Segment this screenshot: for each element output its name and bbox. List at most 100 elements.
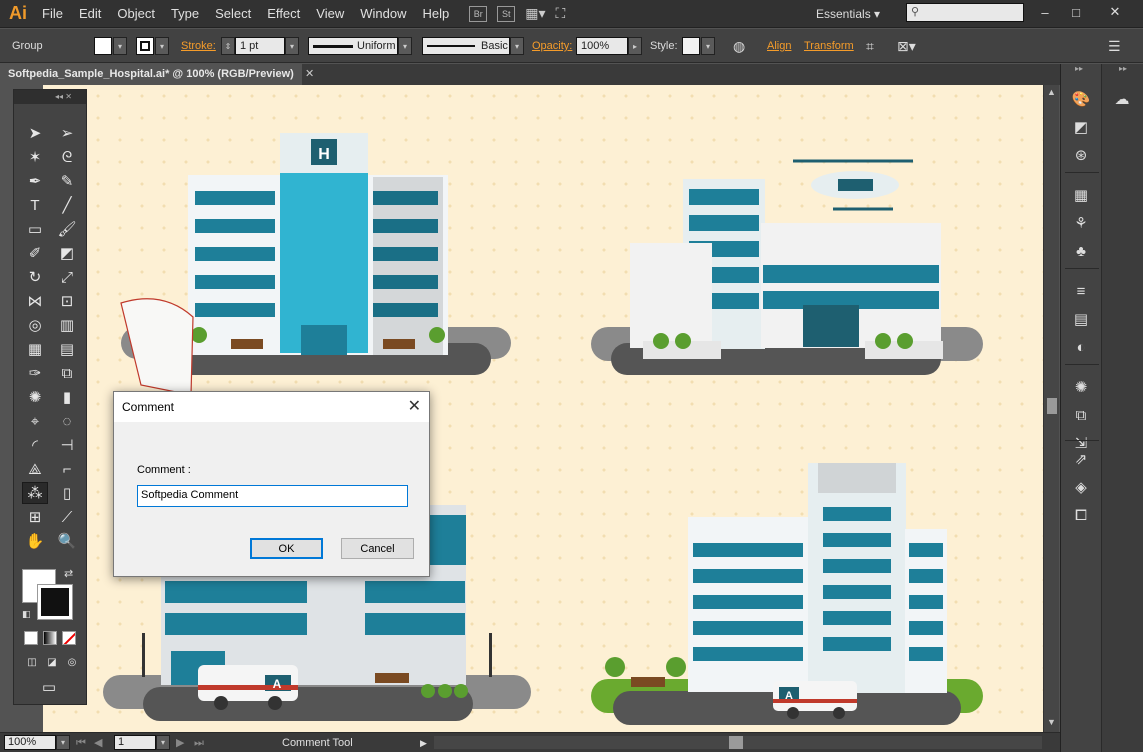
symbols-icon[interactable]: ♣ [1070,240,1092,262]
horizontal-scrollbar[interactable] [434,736,1042,749]
scroll-up-arrow[interactable]: ▲ [1047,87,1056,97]
menu-effect[interactable]: Effect [259,0,308,28]
stroke-panel-icon[interactable]: ≡ [1070,280,1092,302]
selection-tool-icon[interactable]: ➤ [22,122,48,144]
rotate-tool-icon[interactable]: ↻ [22,266,48,288]
draw-behind-icon[interactable]: ◪ [44,655,60,669]
free-transform-tool-icon[interactable]: ⊡ [54,290,80,312]
artboard-tool-icon[interactable]: ⌖ [22,410,48,432]
shaper-tool-icon[interactable]: ✐ [22,242,48,264]
page-tool-icon[interactable]: ▯ [54,482,80,504]
mesh-tool-icon[interactable]: ▦ [22,338,48,360]
stroke-weight-dropdown[interactable]: ▾ [285,37,299,55]
layers-icon[interactable]: ◈ [1070,476,1092,498]
ok-button[interactable]: OK [250,538,323,559]
scroll-down-arrow[interactable]: ▼ [1047,717,1056,727]
color-palette-icon[interactable]: 🎨 [1070,88,1092,110]
shape-builder-tool-icon[interactable]: ◎ [22,314,48,336]
color-guide-icon[interactable]: ◩ [1070,116,1092,138]
transparency-icon[interactable]: ◐ [1070,336,1092,358]
menu-type[interactable]: Type [163,0,207,28]
help-search-input[interactable]: ⚲ [906,3,1024,22]
variable-width-profile[interactable]: Uniform [308,37,398,55]
next-artboard-icon[interactable]: ▶ [176,733,184,752]
stroke-dropdown-arrow[interactable]: ▾ [155,37,169,55]
horizontal-scroll-thumb[interactable] [729,736,743,749]
blend-tool-icon[interactable]: ⧉ [54,362,80,384]
menu-window[interactable]: Window [352,0,414,28]
stroke-weight-field[interactable]: 1 pt [235,37,285,55]
transform-panel-link[interactable]: Transform [804,37,854,55]
eraser-tool-icon[interactable]: ◩ [54,242,80,264]
last-artboard-icon[interactable]: ⏭ [194,733,204,752]
profile-dropdown-arrow[interactable]: ▾ [398,37,412,55]
draw-inside-icon[interactable]: ◎ [64,655,80,669]
minimize-button[interactable]: – [1030,0,1060,24]
workspace-switcher[interactable]: Essentials ▾ [808,4,888,24]
vertical-scrollbar[interactable]: ▲ ▼ [1043,85,1059,732]
dialog-close-icon[interactable]: ✕ [408,396,421,416]
dock-collapse-icon-2[interactable]: ▸▸ [1119,64,1127,73]
perspective-grid-tool-icon[interactable]: ▥ [54,314,80,336]
magic-wand-tool-icon[interactable]: ✶ [22,146,48,168]
dock-collapse-icon[interactable]: ▸▸ [1075,64,1083,73]
comment-tool-icon[interactable]: ⁂ [22,482,48,504]
artboard-dropdown-arrow[interactable]: ▾ [156,735,170,750]
menu-view[interactable]: View [308,0,352,28]
spiral-tool-icon[interactable]: ⟁ [22,458,48,480]
color-mode-button[interactable] [24,631,38,645]
swap-colors-icon[interactable]: ⇄ [64,567,73,580]
status-menu-arrow[interactable]: ▶ [420,733,427,752]
type-tool-icon[interactable]: T [22,194,48,216]
transform-each-icon[interactable]: ⊠▾ [897,37,916,55]
menu-help[interactable]: Help [414,0,457,28]
artboard-alt-tool-icon[interactable]: ⊞ [22,506,48,528]
fill-swatch[interactable] [94,37,112,55]
line-segment-tool-icon[interactable]: ╱ [54,194,80,216]
menu-select[interactable]: Select [207,0,259,28]
default-colors-icon[interactable]: ◧ [22,609,31,620]
stroke-label[interactable]: Stroke: [181,37,216,55]
menu-object[interactable]: Object [109,0,163,28]
close-window-button[interactable]: ✕ [1100,0,1130,24]
opacity-field[interactable]: 100% [576,37,628,55]
knife-tool-icon[interactable]: ⟋ [54,506,80,528]
graphic-styles-icon[interactable]: ⧉ [1070,404,1092,426]
vertical-scroll-thumb[interactable] [1047,398,1057,414]
gradient-mode-button[interactable] [43,631,57,645]
opacity-label[interactable]: Opacity: [532,37,572,55]
curvature-tool-icon[interactable]: ✎ [54,170,80,192]
opacity-slider-arrow[interactable]: ▸ [628,37,642,55]
gradient-tool-icon[interactable]: ▤ [54,338,80,360]
bridge-icon[interactable]: Br [469,5,488,22]
zoom-tool-icon[interactable]: 🔍 [54,530,80,552]
panel-menu-icon[interactable]: ☰ [1108,37,1121,55]
screen-mode-icon[interactable]: ▭ [36,676,62,698]
scale-tool-icon[interactable]: ⤢ [54,266,80,288]
stroke-weight-stepper[interactable]: ⇕ [221,37,235,55]
width-tool-icon[interactable]: ⋈ [22,290,48,312]
cancel-button[interactable]: Cancel [341,538,414,559]
tools-panel-header[interactable]: ◂◂ ✕ [14,90,86,104]
recolor-artwork-icon[interactable]: ◍ [733,37,745,55]
draw-normal-icon[interactable]: ◫ [24,655,40,669]
menu-file[interactable]: File [34,0,71,28]
first-artboard-icon[interactable]: ⏮ [76,733,86,752]
lasso-tool-icon[interactable]: ᘓ [54,146,80,168]
recolor-icon[interactable]: ⊛ [1070,144,1092,166]
export-icon[interactable]: ⇗ [1070,448,1092,470]
graphic-style-swatch[interactable] [682,37,700,55]
paintbrush-tool-icon[interactable]: 🖌 [54,218,80,240]
creative-cloud-libraries-icon[interactable]: ☁ [1111,88,1133,110]
gradient-panel-icon[interactable]: ▤ [1070,308,1092,330]
stroke-swatch[interactable] [136,37,154,55]
zoom-dropdown-arrow[interactable]: ▾ [56,735,70,750]
eyedropper-tool-icon[interactable]: ✑ [22,362,48,384]
brush-dropdown-arrow[interactable]: ▾ [510,37,524,55]
pen-tool-icon[interactable]: ✒ [22,170,48,192]
fill-dropdown-arrow[interactable]: ▾ [113,37,127,55]
symbol-sprayer-tool-icon[interactable]: ✺ [22,386,48,408]
slice-tool-icon[interactable]: ◌ [54,410,80,432]
menu-edit[interactable]: Edit [71,0,109,28]
document-tab[interactable]: Softpedia_Sample_Hospital.ai* @ 100% (RG… [0,64,302,85]
